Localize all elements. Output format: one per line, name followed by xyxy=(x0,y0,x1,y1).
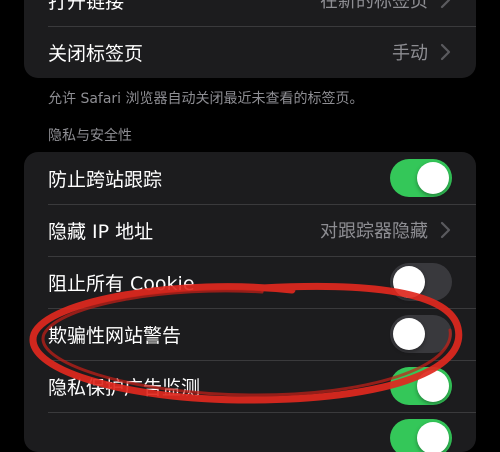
chevron-right-icon xyxy=(440,43,451,61)
privacy-ad-measurement-toggle[interactable] xyxy=(390,367,452,405)
close-tabs-value: 手动 xyxy=(392,43,428,64)
toggle-knob xyxy=(417,422,449,452)
toggle-knob xyxy=(393,318,425,350)
privacy-ad-measurement-row: 隐私保护广告监测 xyxy=(24,360,476,412)
fraudulent-website-warning-label: 欺骗性网站警告 xyxy=(48,324,182,347)
open-links-row[interactable]: 打开链接 在新的标签页 xyxy=(24,0,476,26)
privacy-ad-measurement-label: 隐私保护广告监测 xyxy=(48,376,201,399)
prevent-cross-site-tracking-row: 防止跨站跟踪 xyxy=(24,152,476,204)
hide-ip-address-value: 对跟踪器隐藏 xyxy=(320,221,428,242)
hide-ip-address-row[interactable]: 隐藏 IP 地址 对跟踪器隐藏 xyxy=(24,204,476,256)
toggle-knob xyxy=(393,266,425,298)
chevron-right-icon xyxy=(440,0,451,9)
next-setting-row-partial xyxy=(24,412,476,452)
open-links-value: 在新的标签页 xyxy=(320,0,428,12)
prevent-cross-site-tracking-label: 防止跨站跟踪 xyxy=(48,168,163,191)
chevron-right-icon xyxy=(440,221,451,239)
partial-toggle xyxy=(390,419,452,452)
block-all-cookies-row: 阻止所有 Cookie xyxy=(24,256,476,308)
block-all-cookies-toggle[interactable] xyxy=(390,263,452,301)
close-tabs-footer-note: 允许 Safari 浏览器自动关闭最近未查看的标签页。 xyxy=(48,91,364,107)
privacy-security-group: 防止跨站跟踪 隐藏 IP 地址 对跟踪器隐藏 阻止所有 Cookie 欺骗性网站… xyxy=(24,152,476,452)
fraudulent-website-warning-row: 欺骗性网站警告 xyxy=(24,308,476,360)
block-all-cookies-label: 阻止所有 Cookie xyxy=(48,272,195,295)
toggle-knob xyxy=(417,370,449,402)
close-tabs-label: 关闭标签页 xyxy=(48,42,144,65)
tabs-settings-group: 打开链接 在新的标签页 关闭标签页 手动 xyxy=(24,0,476,78)
hide-ip-address-label: 隐藏 IP 地址 xyxy=(48,220,154,243)
prevent-cross-site-tracking-toggle[interactable] xyxy=(390,159,452,197)
toggle-knob xyxy=(417,162,449,194)
fraudulent-website-warning-toggle[interactable] xyxy=(390,315,452,353)
privacy-section-header: 隐私与安全性 xyxy=(48,128,132,144)
open-links-label: 打开链接 xyxy=(48,0,125,13)
close-tabs-row[interactable]: 关闭标签页 手动 xyxy=(24,26,476,78)
